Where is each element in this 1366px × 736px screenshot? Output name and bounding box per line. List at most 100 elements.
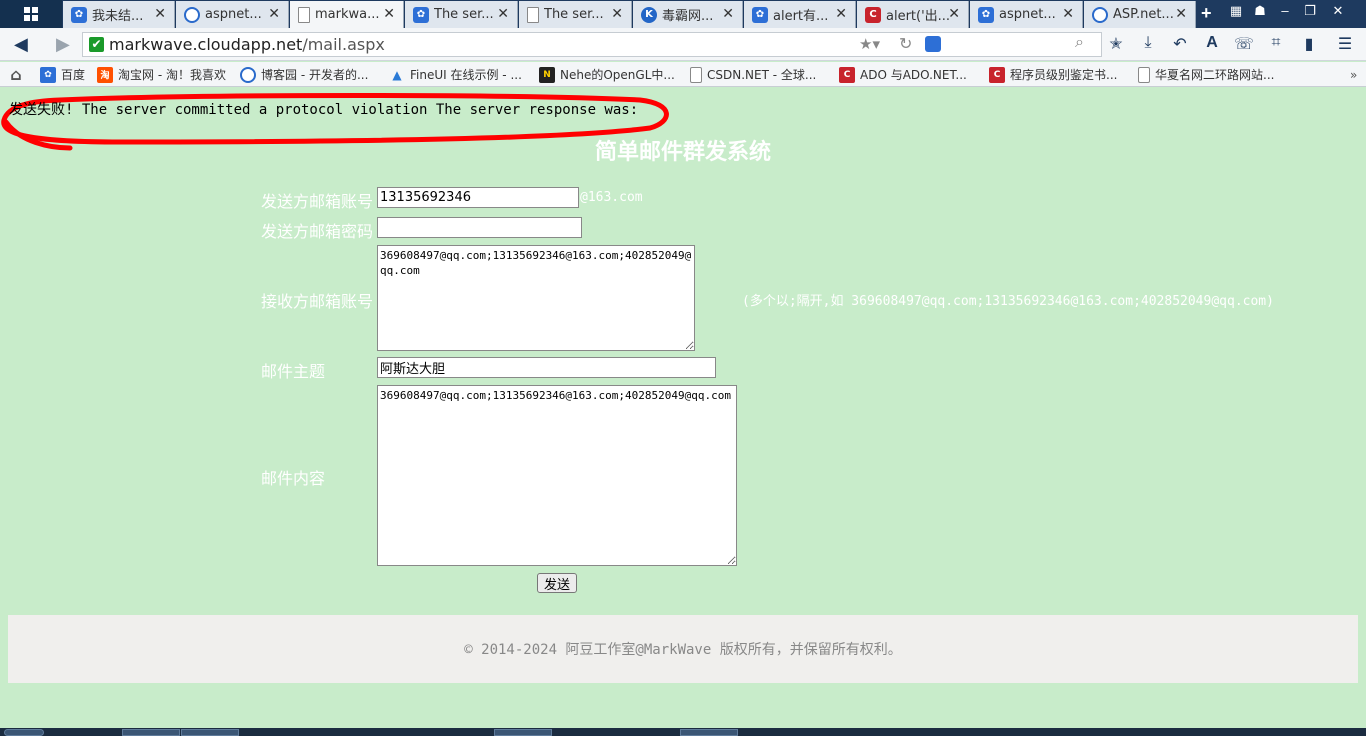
favorites-star-icon[interactable]: ✭ [1105,34,1127,54]
sender-password-label: 发送方邮箱密码 [261,222,374,241]
url-text[interactable]: markwave.cloudapp.net/mail.aspx [109,35,385,54]
bookmark-item-csdn[interactable]: CSDN.NET - 全球... [690,65,816,84]
csdn-icon: C [839,66,855,83]
bookmark-item-huaxia[interactable]: 华夏名网二环路网站... [1138,65,1274,84]
close-icon[interactable]: ✕ [1175,6,1187,22]
bookmark-home[interactable]: ⌂ [8,65,29,84]
bookmark-item-baidu[interactable]: ✿ 百度 [40,65,85,84]
undo-close-icon[interactable]: ↶ [1169,34,1191,54]
bookmark-item-taobao[interactable]: 淘 淘宝网 - 淘！我喜欢 [97,65,226,84]
bookmarks-bar: ⌂ ✿ 百度 淘 淘宝网 - 淘！我喜欢 博客园 - 开发者的... ▲ Fin… [0,62,1366,87]
tab-1[interactable]: ✿ 我未结... ✕ [63,1,175,28]
csdn-icon: C [865,6,881,23]
sender-password-input[interactable] [377,217,582,238]
tab-3-active[interactable]: markwa... ✕ [290,1,404,28]
tab-5[interactable]: The ser... ✕ [519,1,632,28]
menu-icon[interactable]: ☰ [1334,34,1356,54]
close-icon[interactable]: ✕ [268,6,280,22]
browser-tab-bar: ✿ 我未结... ✕ aspnet... ✕ markwa... ✕ ✿ The… [0,0,1366,28]
taskbar-app[interactable] [122,729,180,736]
nehe-icon: N [539,66,555,83]
subject-label: 邮件主题 [261,362,326,381]
taskbar-app[interactable] [181,729,239,736]
app-menu-button[interactable] [0,0,62,28]
page-icon [690,66,702,83]
tab-6[interactable]: K 毒霸网... ✕ [633,1,743,28]
tab-label: 毒霸网... [662,9,714,24]
taskbar-app[interactable] [494,729,552,736]
os-taskbar [0,728,1366,736]
tab-4[interactable]: ✿ The ser... ✕ [405,1,518,28]
baidu-paw-icon: ✿ [752,6,768,23]
page-icon [527,6,539,23]
search-icon[interactable]: ⌕ [1075,34,1084,52]
restore-icon[interactable]: ❐ [1300,3,1320,19]
tab-label: alert('出... [886,9,951,24]
cnblogs-icon [1092,6,1108,23]
tile-icon[interactable]: ▦ [1226,3,1246,19]
chat-icon[interactable]: ☏ [1233,34,1255,54]
minimize-icon[interactable]: ‒ [1275,3,1295,18]
close-icon[interactable]: ✕ [835,6,847,22]
bookmark-label: 百度 [61,68,86,82]
bookmark-label: Nehe的OpenGL中... [560,68,675,82]
url-host: markwave.cloudapp.net [109,35,303,54]
csdn-icon: C [989,66,1005,83]
back-arrow-icon[interactable]: ◀ [14,34,28,55]
bookmark-item-nehe[interactable]: N Nehe的OpenGL中... [539,65,675,84]
bookmark-label: CSDN.NET - 全球... [707,68,817,82]
baidu-paw-icon: ✿ [40,66,56,83]
download-icon[interactable]: ⤓ [1137,34,1159,54]
taobao-icon: 淘 [97,66,113,83]
bookmark-star-icon[interactable]: ★▾ [859,35,880,53]
close-icon[interactable]: ✕ [722,6,734,22]
taskbar-app[interactable] [680,729,738,736]
close-icon[interactable]: ✕ [611,6,623,22]
bookmark-item-programmer[interactable]: C 程序员级别鉴定书... [989,65,1117,84]
tab-10[interactable]: ASP.net... ✕ [1084,1,1196,28]
bookmark-label: 程序员级别鉴定书... [1010,68,1118,82]
close-icon[interactable]: ✕ [383,6,395,22]
skin-shirt-icon[interactable]: ☗ [1250,3,1270,19]
subject-input[interactable] [377,357,716,378]
bookmark-item-cnblogs[interactable]: 博客园 - 开发者的... [240,65,368,84]
bookmark-label: ADO 与ADO.NET... [860,68,967,82]
crop-screenshot-icon[interactable]: ⌗ [1265,34,1287,54]
secure-check-icon: ✔ [89,37,104,52]
start-orb-icon[interactable] [4,729,44,736]
tab-label: aspnet... [205,7,262,22]
kingsoft-icon: K [641,6,657,23]
tab-2[interactable]: aspnet... ✕ [176,1,289,28]
reload-icon[interactable]: ↻ [899,34,912,54]
close-icon[interactable]: ✕ [1062,6,1074,22]
baidu-paw-icon: ✿ [978,6,994,23]
sender-account-input[interactable] [377,187,579,208]
tab-9[interactable]: ✿ aspnet... ✕ [970,1,1083,28]
more-bookmarks-chevron-icon[interactable]: » [1350,65,1357,84]
address-field[interactable]: ✔ markwave.cloudapp.net/mail.aspx ★▾ ↻ ⌕ [82,32,1102,57]
tab-label: ASP.net... [1113,7,1174,22]
footer: © 2014-2024 阿豆工作室@MarkWave 版权所有，并保留所有权利。 [8,615,1358,683]
bookmark-item-ado[interactable]: C ADO 与ADO.NET... [839,65,967,84]
recipients-textarea[interactable]: 369608497@qq.com;13135692346@163.com;402… [377,245,695,351]
forward-arrow-icon[interactable]: ▶ [56,34,70,55]
sidebar-icon[interactable]: ▮ [1298,34,1320,54]
body-textarea[interactable]: 369608497@qq.com;13135692346@163.com;402… [377,385,737,566]
close-window-icon[interactable]: ✕ [1328,3,1348,19]
new-tab-plus-icon[interactable]: + [1201,3,1212,24]
sender-account-label: 发送方邮箱账号 [261,192,374,211]
bookmark-label: 华夏名网二环路网站... [1155,68,1275,82]
send-button[interactable]: 发送 [537,573,577,593]
cnblogs-icon [240,66,256,83]
tab-label: markwa... [315,7,380,22]
font-size-icon[interactable]: A [1201,34,1223,54]
close-icon[interactable]: ✕ [948,6,960,22]
search-input[interactable] [949,34,1069,55]
baidu-paw-icon[interactable] [925,36,941,52]
copyright-text: © 2014-2024 阿豆工作室@MarkWave 版权所有，并保留所有权利。 [464,642,902,658]
close-icon[interactable]: ✕ [497,6,509,22]
close-icon[interactable]: ✕ [154,6,166,22]
tab-7[interactable]: ✿ alert有... ✕ [744,1,856,28]
bookmark-item-fineui[interactable]: ▲ FineUI 在线示例 - ... [389,65,522,84]
tab-8[interactable]: C alert('出... ✕ [857,1,969,28]
